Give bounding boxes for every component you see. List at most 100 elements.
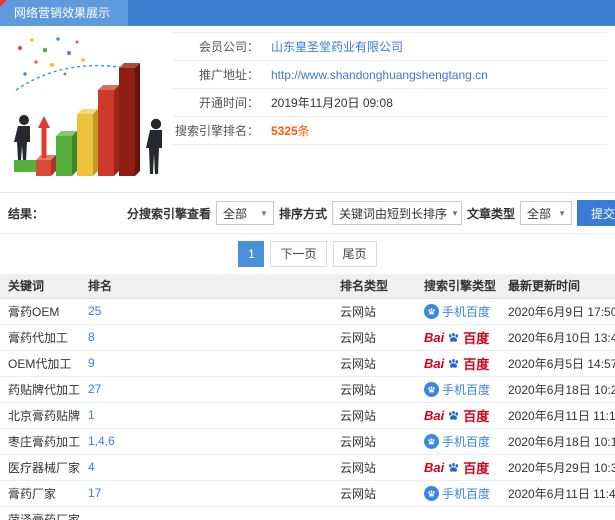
confetti-dots xyxy=(17,37,85,76)
table-row: 膏药厂家 17 云网站 手机百度 2020年6月11日 11:40 xyxy=(0,480,615,507)
engine-mobile-baidu: 手机百度 xyxy=(424,485,490,502)
header-keyword: 关键词 xyxy=(0,274,80,299)
engine-select-value: 全部 xyxy=(222,206,247,221)
rank-cell: 25 xyxy=(80,298,332,325)
result-label: 结果： xyxy=(8,206,45,221)
baidu-logo-latin: Bai xyxy=(424,329,445,345)
updated-cell: 2020年5月29日 10:32 xyxy=(500,454,615,481)
engine-cell: 手机百度 xyxy=(416,298,500,325)
baidu-logo-cn: 百度 xyxy=(463,356,490,372)
paw-icon xyxy=(428,385,435,392)
pedestal-block xyxy=(14,160,36,172)
rank-link[interactable]: 8 xyxy=(88,330,95,344)
keyword-cell: OEM代加工 xyxy=(0,350,80,377)
red-up-arrow xyxy=(38,116,50,158)
table-row: OEM代加工 9 云网站 Bai 百度 2020年6月5日 14:57 xyxy=(0,350,615,377)
submit-button[interactable]: 提交 xyxy=(577,200,615,226)
rank-link[interactable]: 9 xyxy=(88,356,95,370)
mobile-baidu-icon xyxy=(424,303,439,319)
table-row: 枣庄膏药加工 1,4,6 云网站 手机百度 2020年6月18日 10:19 xyxy=(0,428,615,455)
page-next[interactable]: 下一页 xyxy=(270,241,327,267)
engine-rank-label: 搜索引擎排名： xyxy=(174,124,259,138)
page: 网络营销效果展示 会员公司： 山东皇圣堂药业有限公司 推广地址： http://… xyxy=(0,0,615,520)
paw-icon xyxy=(428,307,435,314)
tab-title: 网络营销效果展示 xyxy=(14,6,111,20)
updated-cell: 2020年6月11日 11:18 xyxy=(500,402,615,429)
rank-type-cell: 云网站 xyxy=(332,402,416,429)
baidu-logo-cn: 百度 xyxy=(463,330,490,346)
rank-cell xyxy=(80,506,332,520)
engine-select[interactable]: 全部 ▼ xyxy=(215,201,274,225)
paw-icon xyxy=(449,410,459,420)
businessman-right-icon xyxy=(146,118,162,174)
rank-type-cell: 云网站 xyxy=(332,480,416,507)
growth-chart-illustration xyxy=(14,37,162,176)
updated-cell: 2020年6月18日 10:19 xyxy=(500,428,615,455)
pagination: 1 下一页 尾页 xyxy=(0,234,615,274)
paw-icon xyxy=(449,358,459,368)
baidu-logo-latin: Bai xyxy=(424,459,445,475)
page-current[interactable]: 1 xyxy=(238,241,265,267)
engine-cell: Bai 百度 xyxy=(416,454,500,481)
rank-type-cell: 云网站 xyxy=(332,298,416,325)
rank-link[interactable]: 1,4,6 xyxy=(88,434,115,448)
engine-label: 手机百度 xyxy=(442,304,491,319)
sort-select-value: 关键词由短到长排序 xyxy=(338,206,447,221)
engine-filter-label: 分搜索引擎查看 xyxy=(126,206,211,221)
chevron-down-icon: ▼ xyxy=(451,208,459,218)
baidu-logo-latin: Bai xyxy=(424,407,445,423)
promo-url-label: 推广地址： xyxy=(198,68,259,82)
engine-rank-value: 5325条 xyxy=(271,124,310,138)
mobile-baidu-icon xyxy=(424,485,439,501)
engine-rank-row: 搜索引擎排名： 5325条 xyxy=(173,117,607,145)
top-bar: 网络营销效果展示 xyxy=(0,0,615,26)
engine-mobile-baidu: 手机百度 xyxy=(424,433,490,450)
tab-marketing-results[interactable]: 网络营销效果展示 xyxy=(0,0,129,26)
table-row: 膏药OEM 25 云网站 手机百度 2020年6月9日 17:50 xyxy=(0,298,615,325)
company-label: 会员公司： xyxy=(198,40,259,54)
rank-link[interactable]: 17 xyxy=(88,486,101,500)
results-table: 关键词 排名 排名类型 搜索引擎类型 最新更新时间 膏药OEM 25 云网站 手机百度… xyxy=(0,274,615,520)
paw-icon xyxy=(428,437,435,444)
header-rank: 排名 xyxy=(80,274,332,299)
keyword-cell: 北京膏药贴牌 xyxy=(0,402,80,429)
rank-type-cell: 云网站 xyxy=(332,454,416,481)
sort-filter-label: 排序方式 xyxy=(278,206,327,221)
sort-select[interactable]: 关键词由短到长排序 ▼ xyxy=(331,201,462,225)
rank-type-cell: 云网站 xyxy=(332,350,416,377)
rank-link[interactable]: 1 xyxy=(88,408,95,422)
engine-cell: Bai 百度 xyxy=(416,324,500,351)
mobile-baidu-icon xyxy=(424,433,439,449)
type-select-value: 全部 xyxy=(527,206,552,221)
engine-mobile-baidu: 手机百度 xyxy=(424,381,490,398)
engine-cell: Bai 百度 xyxy=(416,350,500,377)
company-link[interactable]: 山东皇圣堂药业有限公司 xyxy=(271,38,403,55)
bars-3d xyxy=(36,63,140,176)
paw-icon xyxy=(449,462,459,472)
chevron-down-icon: ▼ xyxy=(558,208,566,218)
engine-baidu: Bai 百度 xyxy=(424,354,489,373)
baidu-paw-icon xyxy=(447,331,460,344)
rank-link[interactable]: 27 xyxy=(88,382,101,396)
engine-mobile-baidu: 手机百度 xyxy=(424,303,490,320)
updated-cell xyxy=(500,506,615,520)
keyword-cell: 膏药代加工 xyxy=(0,324,80,351)
page-last[interactable]: 尾页 xyxy=(332,241,377,267)
table-row: 药贴牌代加工 27 云网站 手机百度 2020年6月18日 10:25 xyxy=(0,376,615,403)
open-time-label: 开通时间： xyxy=(198,96,259,110)
rank-cell: 17 xyxy=(80,480,332,507)
type-select[interactable]: 全部 ▼ xyxy=(520,201,572,225)
rank-link[interactable]: 25 xyxy=(88,304,101,318)
baidu-logo-cn: 百度 xyxy=(463,408,490,424)
keyword-cell: 膏药OEM xyxy=(0,298,80,325)
promo-url-link[interactable]: http://www.shandonghuangshengtang.cn xyxy=(271,68,488,82)
keyword-cell: 菏泽膏药厂家 xyxy=(0,506,80,520)
rank-cell: 1 xyxy=(80,402,332,429)
rank-cell: 8 xyxy=(80,324,332,351)
baidu-paw-icon xyxy=(447,357,460,370)
table-row: 医疗器械厂家 4 云网站 Bai 百度 2020年5月29日 10:32 xyxy=(0,454,615,481)
engine-cell: 手机百度 xyxy=(416,376,500,403)
engine-label: 手机百度 xyxy=(442,486,491,501)
rank-cell: 1,4,6 xyxy=(80,428,332,455)
rank-link[interactable]: 4 xyxy=(88,460,95,474)
